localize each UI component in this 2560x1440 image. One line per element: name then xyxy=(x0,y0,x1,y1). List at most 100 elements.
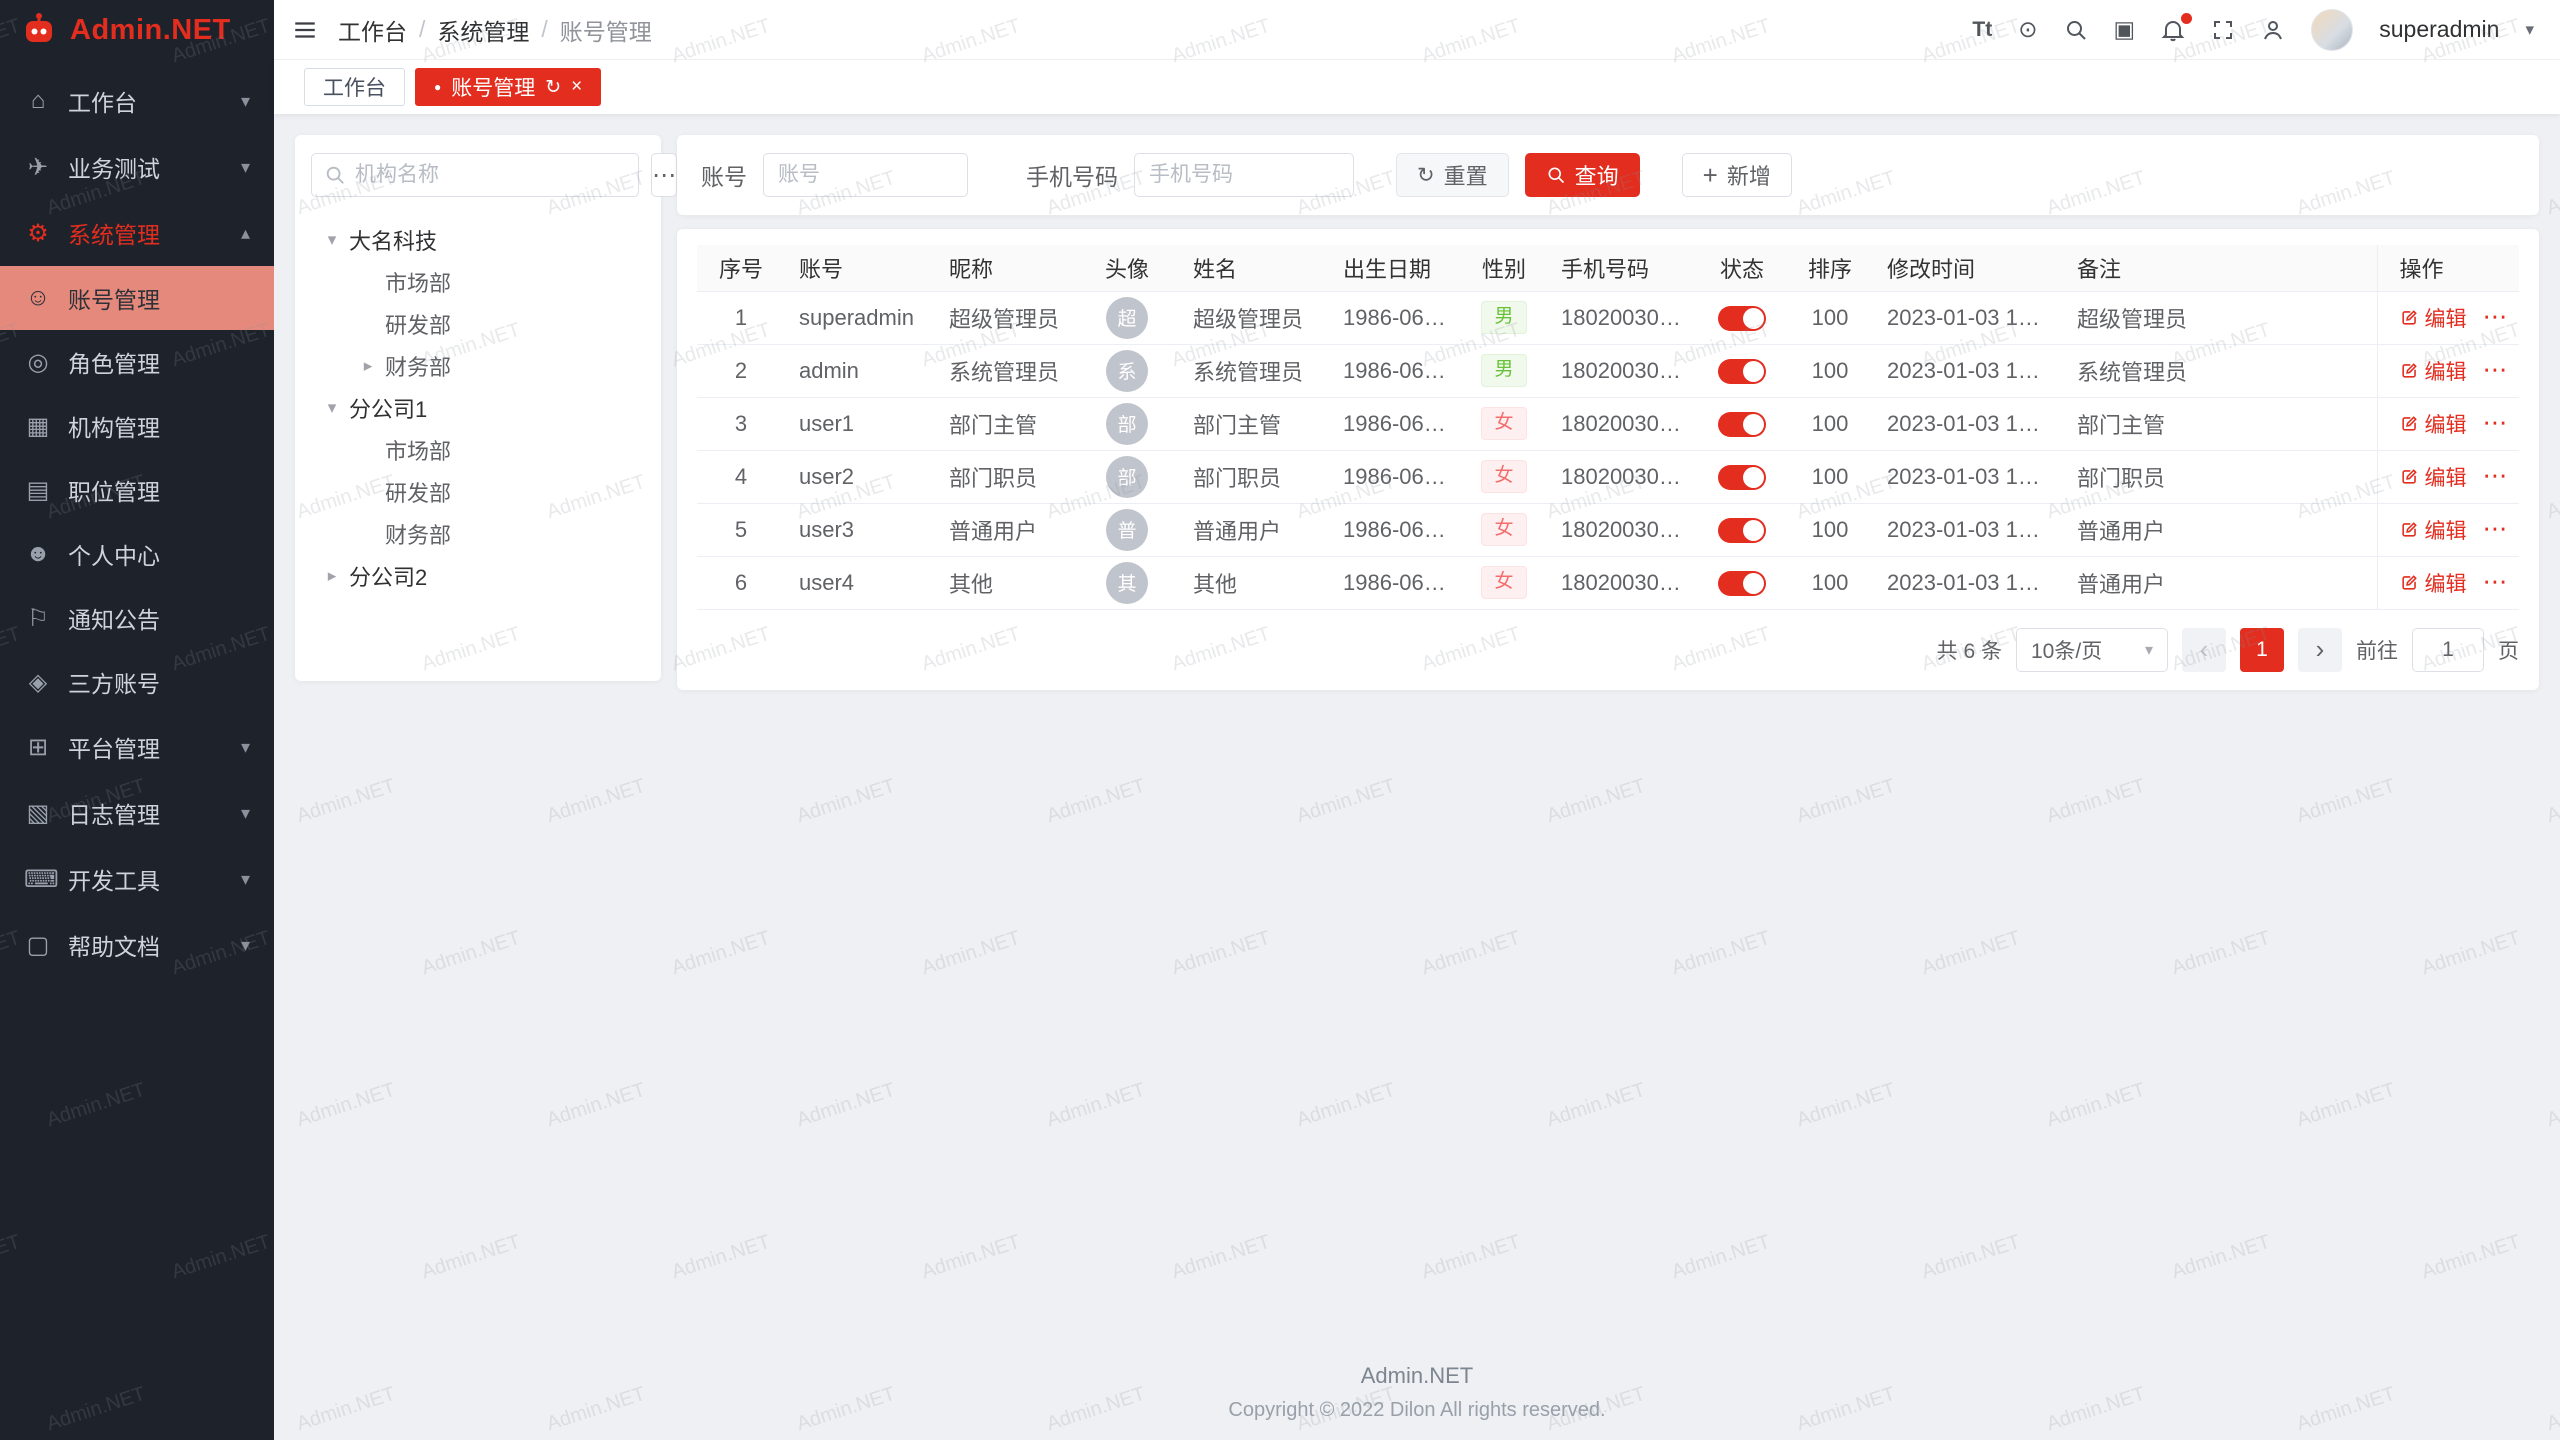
user-menu-chevron-icon[interactable]: ▾ xyxy=(2525,20,2534,40)
more-actions-icon[interactable]: ⋯ xyxy=(2483,517,2508,542)
tree-node[interactable]: 财务部 xyxy=(311,513,645,555)
more-actions-icon[interactable]: ⋯ xyxy=(2483,464,2508,489)
status-toggle[interactable] xyxy=(1718,306,1766,331)
breadcrumb-item[interactable]: 账号管理 xyxy=(560,13,652,47)
sidebar-item[interactable]: ⚙ 系统管理 ▴ xyxy=(0,200,274,266)
sidebar-item[interactable]: ▢ 帮助文档 ▾ xyxy=(0,912,274,978)
search-button[interactable]: 查询 xyxy=(1525,153,1640,197)
page-tab[interactable]: ● 工作台 ↻ × xyxy=(304,68,405,106)
profile-icon[interactable] xyxy=(2261,18,2285,42)
add-button[interactable]: + 新增 xyxy=(1682,153,1792,197)
pagination-total: 共 6 条 xyxy=(1937,635,2002,665)
tree-node[interactable]: ▸ 财务部 xyxy=(311,345,645,387)
edit-pencil-icon xyxy=(2400,573,2419,592)
status-toggle[interactable] xyxy=(1718,518,1766,543)
edit-pencil-icon xyxy=(2400,520,2419,539)
phone-input[interactable] xyxy=(1134,153,1354,197)
toggle-knob xyxy=(1743,414,1764,435)
page-content: ⋯ ▾ 大名科技 市场部 xyxy=(274,114,2560,1440)
tree-node[interactable]: 市场部 xyxy=(311,261,645,303)
font-size-icon[interactable]: Tt xyxy=(1972,18,1992,42)
notification-badge xyxy=(2181,13,2192,24)
prev-page-button[interactable]: ‹ xyxy=(2182,628,2226,672)
table-header-row: 序号 账号 昵称 头像 姓名 出生日期 xyxy=(697,245,2519,291)
toggle-knob xyxy=(1743,361,1764,382)
breadcrumb-item[interactable]: 系统管理 xyxy=(437,13,529,47)
sidebar-subitem[interactable]: ☻ 个人中心 xyxy=(0,522,274,586)
sidebar-item[interactable]: ⌨ 开发工具 ▾ xyxy=(0,846,274,912)
tree-node-label: 财务部 xyxy=(385,350,451,382)
edit-button[interactable]: 编辑 xyxy=(2400,409,2467,439)
sidebar-subitem[interactable]: ▤ 职位管理 xyxy=(0,458,274,522)
org-more-button[interactable]: ⋯ xyxy=(651,153,677,197)
tree-caret-icon[interactable]: ▾ xyxy=(321,398,343,418)
gender-tag: 女 xyxy=(1481,460,1526,493)
user-avatar[interactable] xyxy=(2311,9,2353,51)
brand-name: Admin.NET xyxy=(70,14,231,47)
page-tab[interactable]: ● 账号管理 ↻ × xyxy=(415,68,601,106)
sidebar-item[interactable]: ⊞ 平台管理 ▾ xyxy=(0,714,274,780)
cell-index: 1 xyxy=(697,291,785,344)
theme-icon[interactable]: ▣ xyxy=(2114,16,2136,43)
edit-button[interactable]: 编辑 xyxy=(2400,356,2467,386)
edit-button[interactable]: 编辑 xyxy=(2400,515,2467,545)
tree-node[interactable]: 研发部 xyxy=(311,303,645,345)
brand-logo[interactable]: Admin.NET xyxy=(0,0,274,60)
sidebar-item[interactable]: ✈ 业务测试 ▾ xyxy=(0,134,274,200)
tab-close-icon[interactable]: × xyxy=(571,76,582,98)
status-toggle[interactable] xyxy=(1718,465,1766,490)
locale-icon[interactable]: ⊙ xyxy=(2018,16,2037,43)
account-input[interactable] xyxy=(763,153,968,197)
tab-refresh-icon[interactable]: ↻ xyxy=(545,76,561,99)
menu-collapse-icon[interactable] xyxy=(292,17,318,43)
username[interactable]: superadmin xyxy=(2379,16,2499,43)
current-page-button[interactable]: 1 xyxy=(2240,628,2284,672)
tree-node[interactable]: ▾ 大名科技 xyxy=(311,219,645,261)
tree-node[interactable]: ▸ 分公司2 xyxy=(311,555,645,597)
tree-caret-icon[interactable]: ▸ xyxy=(321,566,343,586)
tree-caret-icon[interactable]: ▾ xyxy=(321,230,343,250)
sidebar-item[interactable]: ▧ 日志管理 ▾ xyxy=(0,780,274,846)
more-actions-icon[interactable]: ⋯ xyxy=(2483,411,2508,436)
org-search-input[interactable] xyxy=(355,163,626,187)
status-toggle[interactable] xyxy=(1718,359,1766,384)
sidebar-subitem[interactable]: ▦ 机构管理 xyxy=(0,394,274,458)
sidebar-subitem[interactable]: ◈ 三方账号 xyxy=(0,650,274,714)
status-toggle[interactable] xyxy=(1718,571,1766,596)
page-size-select[interactable]: 10条/页 ▾ xyxy=(2016,628,2168,672)
tree-caret-icon[interactable]: ▸ xyxy=(357,356,379,376)
breadcrumb-item[interactable]: 工作台 xyxy=(338,13,407,47)
notification-bell-icon[interactable] xyxy=(2161,18,2185,42)
edit-button[interactable]: 编辑 xyxy=(2400,303,2467,333)
column-header: 性别 xyxy=(1461,245,1547,291)
next-page-button[interactable]: › xyxy=(2298,628,2342,672)
tree-node[interactable]: 研发部 xyxy=(311,471,645,513)
edit-button[interactable]: 编辑 xyxy=(2400,462,2467,492)
more-actions-icon[interactable]: ⋯ xyxy=(2483,305,2508,330)
gender-tag: 女 xyxy=(1481,407,1526,440)
more-actions-icon[interactable]: ⋯ xyxy=(2483,358,2508,383)
avatar: 其 xyxy=(1106,562,1148,604)
more-actions-icon[interactable]: ⋯ xyxy=(2483,570,2508,595)
status-toggle[interactable] xyxy=(1718,412,1766,437)
tab-label: 工作台 xyxy=(323,72,386,102)
plus-icon: + xyxy=(1703,162,1718,188)
tree-node[interactable]: 市场部 xyxy=(311,429,645,471)
goto-page-input[interactable] xyxy=(2412,628,2484,672)
menu-item-icon: ☻ xyxy=(24,540,52,568)
sidebar-subitem[interactable]: ◎ 角色管理 xyxy=(0,330,274,394)
sidebar-subitem[interactable]: ⚐ 通知公告 xyxy=(0,586,274,650)
sidebar-item[interactable]: ⌂ 工作台 ▾ xyxy=(0,68,274,134)
reset-button[interactable]: ↻ 重置 xyxy=(1396,153,1509,197)
chevron-icon: ▾ xyxy=(241,157,250,178)
menu-item-icon: ▤ xyxy=(24,476,52,505)
edit-button[interactable]: 编辑 xyxy=(2400,568,2467,598)
cell-name: 部门主管 xyxy=(1179,397,1329,450)
tree-node[interactable]: ▾ 分公司1 xyxy=(311,387,645,429)
cell-account: user3 xyxy=(785,503,935,556)
cell-nickname: 部门职员 xyxy=(935,450,1075,503)
cell-account: admin xyxy=(785,344,935,397)
search-icon[interactable] xyxy=(2064,18,2088,42)
sidebar-subitem[interactable]: ☺ 账号管理 xyxy=(0,266,274,330)
fullscreen-icon[interactable] xyxy=(2211,18,2235,42)
